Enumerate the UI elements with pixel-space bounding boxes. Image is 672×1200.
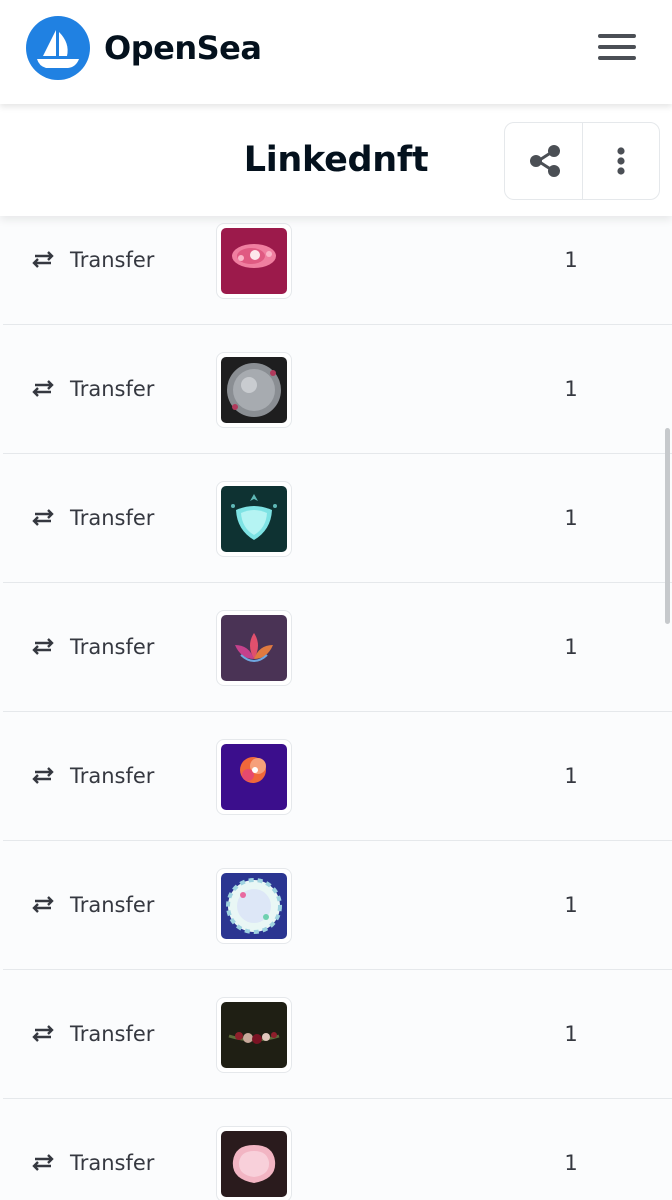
event-type-label: Transfer — [70, 377, 155, 401]
quantity-value: 1 — [564, 506, 578, 530]
ship-icon — [37, 30, 79, 68]
transfer-arrows-icon — [32, 380, 54, 397]
event-type-label: Transfer — [70, 893, 155, 917]
nft-thumbnail[interactable] — [216, 352, 292, 428]
activity-row[interactable]: Transfer 1 — [3, 1099, 672, 1200]
activity-row[interactable]: Transfer 1 — [3, 325, 672, 454]
activity-row[interactable]: Transfer 1 — [3, 712, 672, 841]
transfer-arrows-icon — [32, 896, 54, 913]
transfer-arrows-icon — [32, 1154, 54, 1171]
nft-image — [221, 873, 287, 939]
transfer-arrows-icon — [32, 638, 54, 655]
event-type-label: Transfer — [70, 506, 155, 530]
activity-row[interactable]: Transfer 1 — [3, 454, 672, 583]
quantity-value: 1 — [564, 377, 578, 401]
activity-row[interactable]: Transfer 1 — [3, 970, 672, 1099]
quantity-value: 1 — [564, 893, 578, 917]
transfer-arrows-icon — [32, 1025, 54, 1042]
collection-header: Linkednft — [0, 104, 672, 216]
nft-thumbnail[interactable] — [216, 739, 292, 815]
event-type-label: Transfer — [70, 1022, 155, 1046]
more-options-button[interactable] — [583, 123, 659, 199]
collection-actions — [504, 122, 660, 200]
nft-image — [221, 486, 287, 552]
activity-list: Transfer 1 Transfer 1 Transfer 1 Transfe… — [3, 196, 672, 1200]
activity-row[interactable]: Transfer 1 — [3, 841, 672, 970]
nft-image — [221, 615, 287, 681]
event-type-label: Transfer — [70, 764, 155, 788]
transfer-arrows-icon — [32, 251, 54, 268]
page-scrollbar[interactable] — [665, 428, 670, 624]
nft-thumbnail[interactable] — [216, 997, 292, 1073]
event-type-label: Transfer — [70, 635, 155, 659]
event-type-label: Transfer — [70, 248, 155, 272]
brand-name[interactable]: OpenSea — [104, 24, 262, 72]
nft-image — [221, 228, 287, 294]
opensea-activity-page: OpenSea Linkednft Transfer 1 Transfer 1 … — [0, 0, 672, 1200]
top-navbar: OpenSea — [0, 0, 672, 104]
share-icon — [530, 145, 560, 177]
hamburger-menu-icon[interactable] — [598, 30, 636, 64]
nft-image — [221, 1002, 287, 1068]
quantity-value: 1 — [564, 764, 578, 788]
nft-image — [221, 357, 287, 423]
opensea-logo-icon[interactable] — [26, 16, 90, 80]
quantity-value: 1 — [564, 1151, 578, 1175]
quantity-value: 1 — [564, 635, 578, 659]
nft-image — [221, 744, 287, 810]
nft-image — [221, 1131, 287, 1197]
nft-thumbnail[interactable] — [216, 223, 292, 299]
nft-thumbnail[interactable] — [216, 868, 292, 944]
transfer-arrows-icon — [32, 509, 54, 526]
transfer-arrows-icon — [32, 767, 54, 784]
event-type-label: Transfer — [70, 1151, 155, 1175]
nft-thumbnail[interactable] — [216, 1126, 292, 1200]
activity-row[interactable]: Transfer 1 — [3, 583, 672, 712]
nft-thumbnail[interactable] — [216, 481, 292, 557]
share-button[interactable] — [505, 123, 582, 199]
quantity-value: 1 — [564, 248, 578, 272]
quantity-value: 1 — [564, 1022, 578, 1046]
more-vertical-icon — [617, 147, 625, 175]
nft-thumbnail[interactable] — [216, 610, 292, 686]
